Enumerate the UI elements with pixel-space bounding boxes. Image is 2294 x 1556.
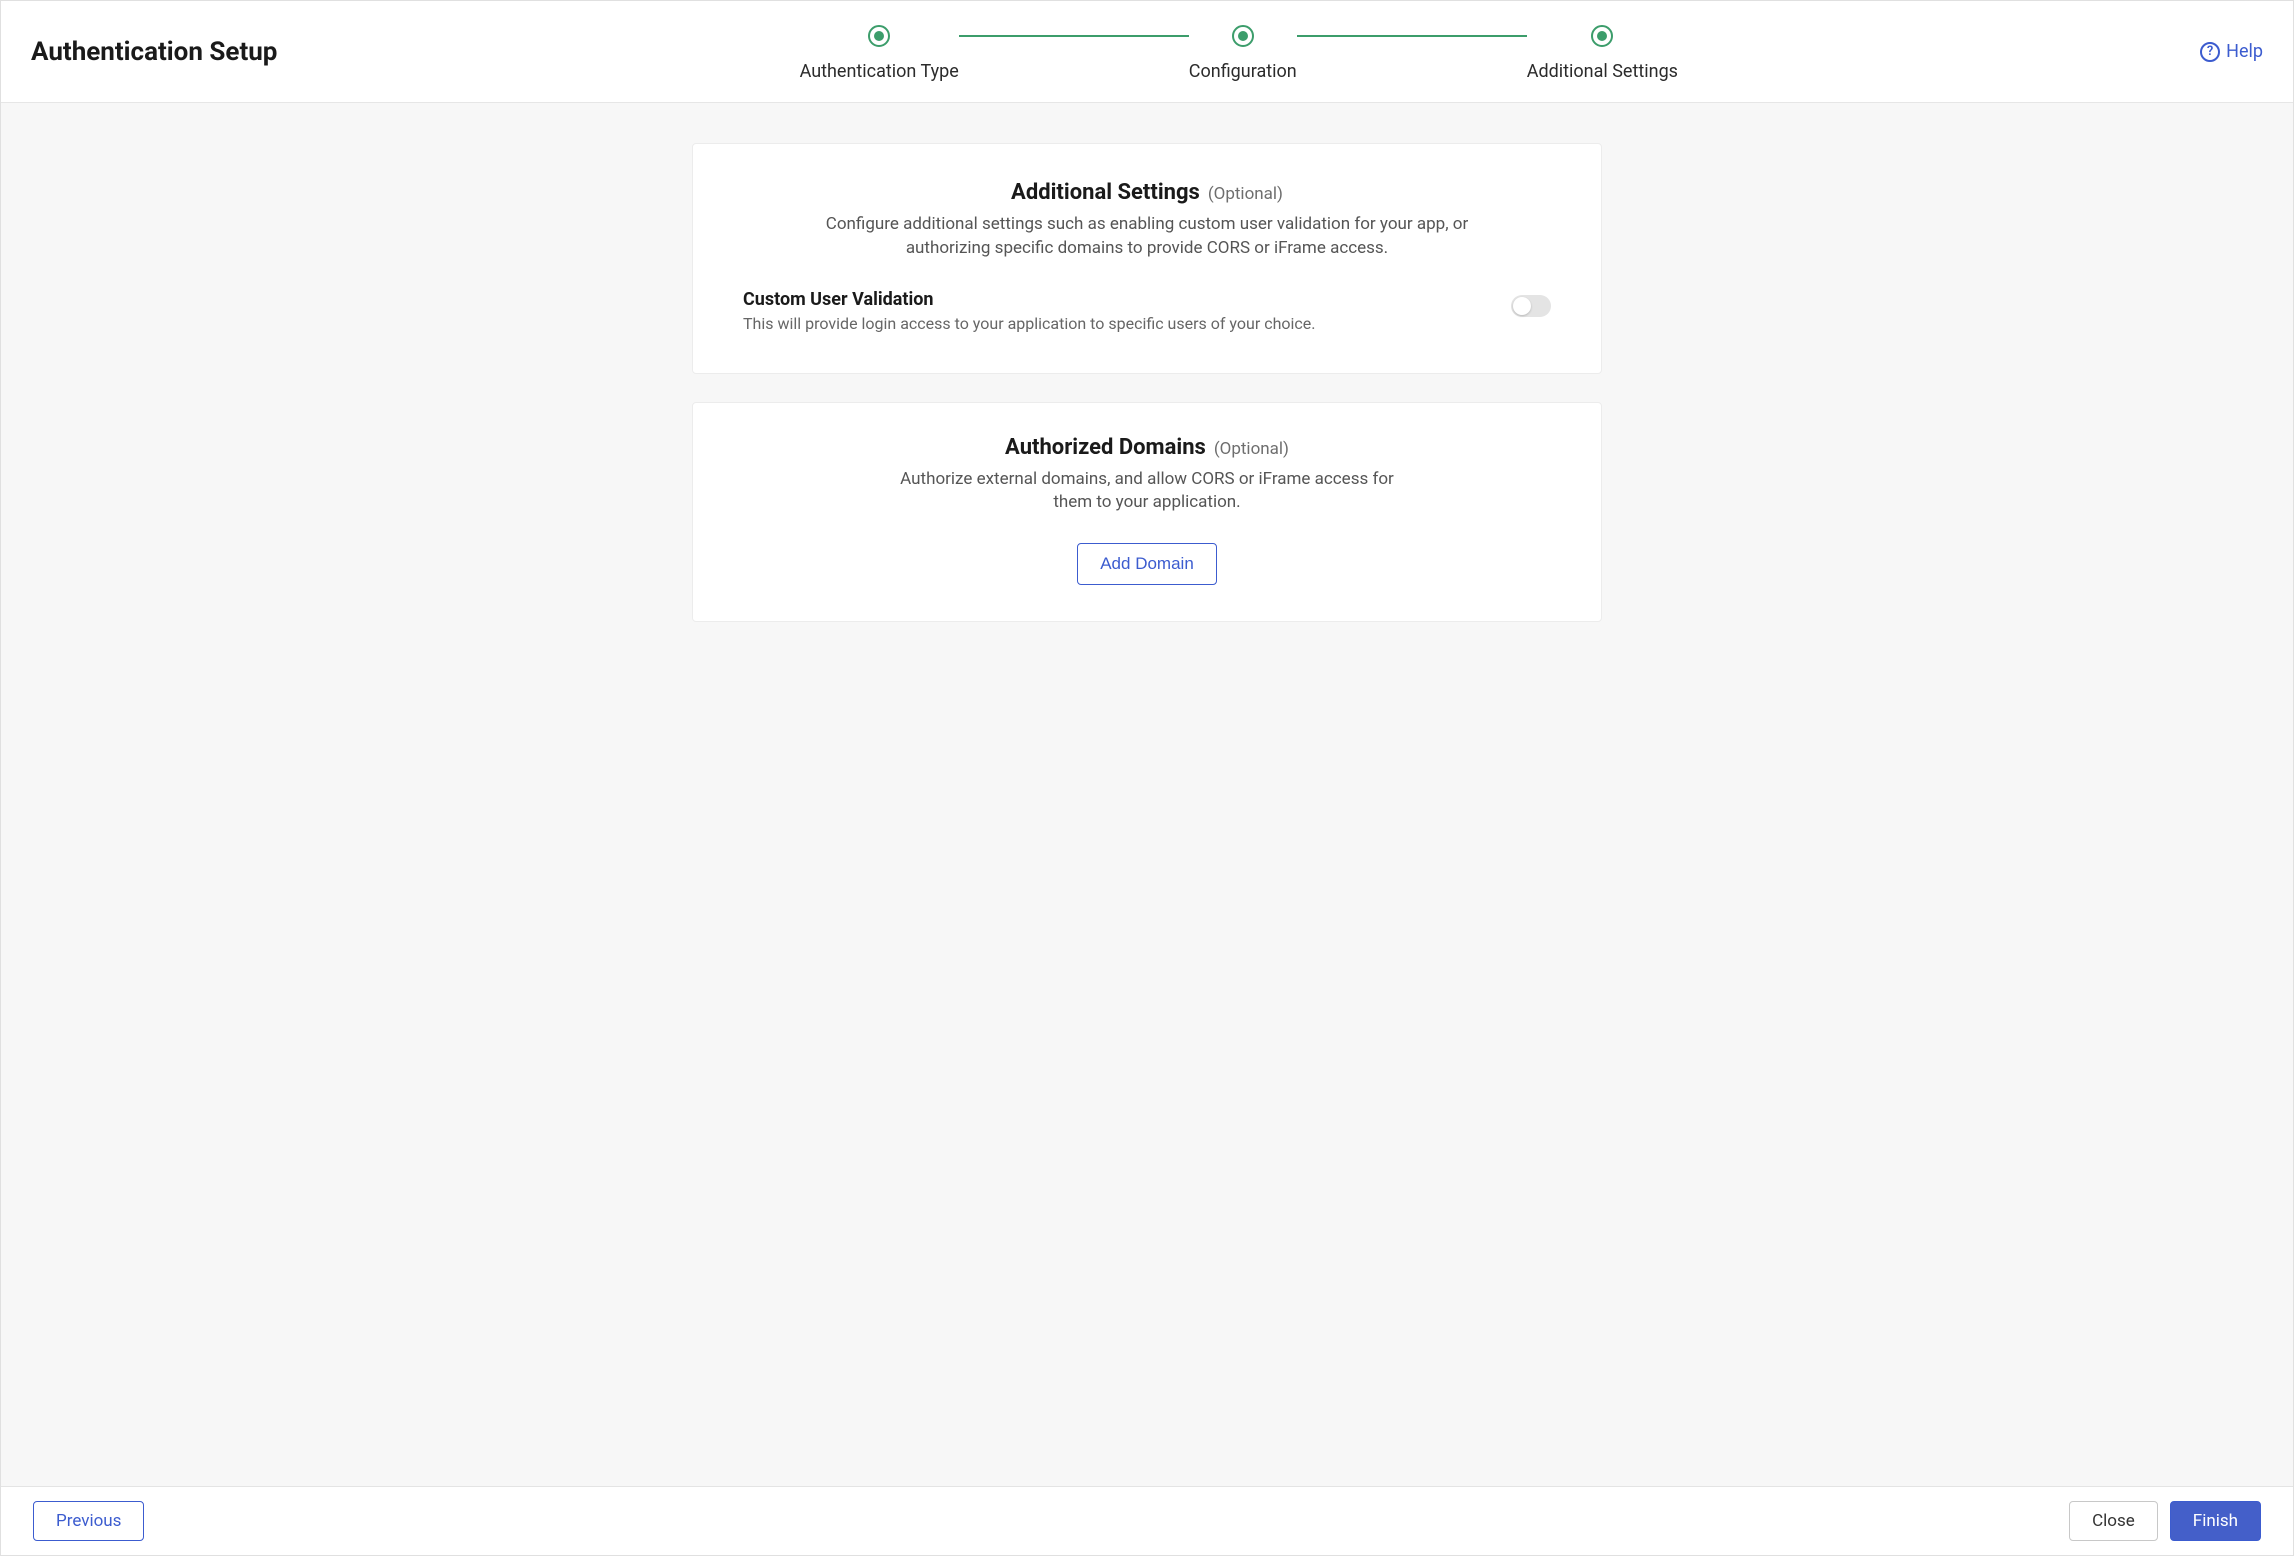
wizard-footer: Previous Close Finish <box>1 1486 2293 1555</box>
step-label: Configuration <box>1189 61 1297 82</box>
custom-user-validation-row: Custom User Validation This will provide… <box>743 289 1551 333</box>
card-description: Configure additional settings such as en… <box>787 213 1507 261</box>
card-header: Additional Settings (Optional) Configure… <box>743 180 1551 261</box>
additional-settings-card: Additional Settings (Optional) Configure… <box>692 143 1602 374</box>
stepper-inner: Authentication Type Configuration Additi… <box>800 25 1678 82</box>
step-configuration[interactable]: Configuration <box>1189 25 1297 82</box>
finish-button[interactable]: Finish <box>2170 1501 2261 1541</box>
wizard-body: Additional Settings (Optional) Configure… <box>1 103 2293 1486</box>
help-link[interactable]: ? Help <box>2200 41 2263 62</box>
step-connector <box>959 35 1189 37</box>
card-title: Authorized Domains <box>1005 435 1206 460</box>
wizard-stepper: Authentication Type Configuration Additi… <box>307 25 2170 82</box>
close-button[interactable]: Close <box>2069 1501 2158 1541</box>
help-label: Help <box>2226 41 2263 62</box>
custom-validation-title: Custom User Validation <box>743 289 1316 310</box>
row-text: Custom User Validation This will provide… <box>743 289 1316 333</box>
card-title-wrap: Additional Settings (Optional) <box>743 180 1551 205</box>
step-authentication-type[interactable]: Authentication Type <box>800 25 959 82</box>
step-label: Authentication Type <box>800 61 959 82</box>
card-title-wrap: Authorized Domains (Optional) <box>743 435 1551 460</box>
add-domain-wrap: Add Domain <box>743 543 1551 585</box>
card-optional-label: (Optional) <box>1208 184 1283 204</box>
wizard-container: Authentication Setup Authentication Type… <box>0 0 2294 1556</box>
previous-button[interactable]: Previous <box>33 1501 144 1541</box>
step-additional-settings[interactable]: Additional Settings <box>1527 25 1678 82</box>
card-header: Authorized Domains (Optional) Authorize … <box>743 435 1551 516</box>
card-optional-label: (Optional) <box>1214 439 1289 459</box>
step-label: Additional Settings <box>1527 61 1678 82</box>
step-circle-icon <box>1232 25 1254 47</box>
help-icon: ? <box>2200 42 2220 62</box>
authorized-domains-card: Authorized Domains (Optional) Authorize … <box>692 402 1602 623</box>
wizard-header: Authentication Setup Authentication Type… <box>1 1 2293 103</box>
page-title: Authentication Setup <box>31 37 277 67</box>
step-circle-icon <box>1591 25 1613 47</box>
footer-right: Close Finish <box>2069 1501 2261 1541</box>
add-domain-button[interactable]: Add Domain <box>1077 543 1217 585</box>
custom-validation-toggle[interactable] <box>1511 295 1551 317</box>
card-description: Authorize external domains, and allow CO… <box>887 468 1407 516</box>
step-circle-icon <box>868 25 890 47</box>
card-title: Additional Settings <box>1011 180 1200 205</box>
step-connector <box>1297 35 1527 37</box>
custom-validation-description: This will provide login access to your a… <box>743 314 1316 333</box>
